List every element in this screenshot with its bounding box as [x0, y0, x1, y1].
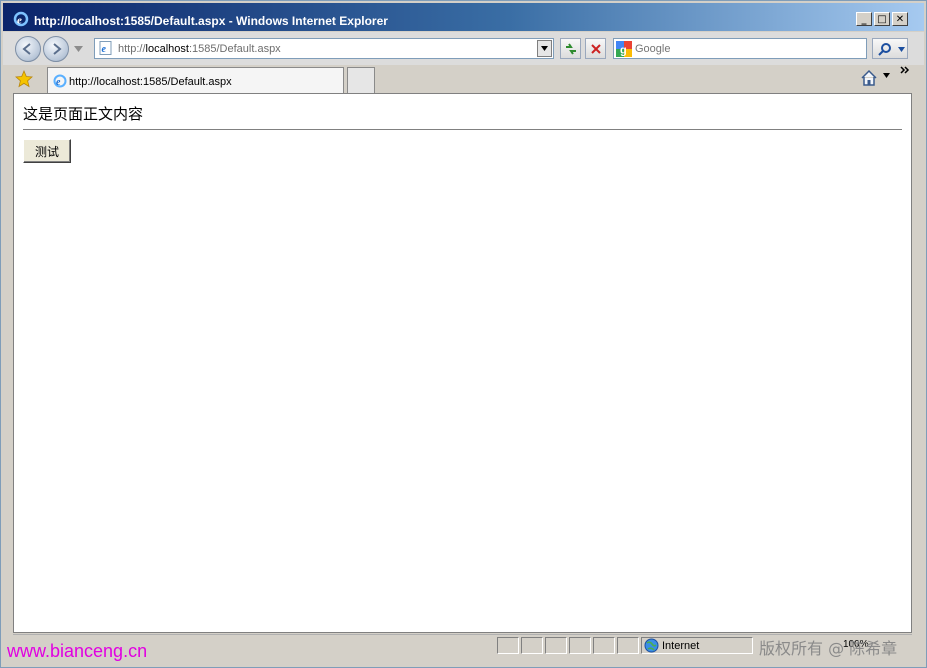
body-text: 这是页面正文内容 [23, 105, 144, 123]
tab-bar: e http://localhost:1585/Default.aspx [3, 65, 924, 93]
status-cell [593, 637, 615, 654]
address-bar[interactable]: e http://localhost:1585/Default.aspx [94, 38, 554, 59]
address-dropdown-button[interactable] [537, 40, 552, 57]
search-button[interactable] [872, 38, 908, 59]
new-tab-button[interactable] [347, 67, 375, 93]
navigation-bar: e http://localhost:1585/Default.aspx g [3, 32, 924, 65]
title-bar[interactable]: e http://localhost:1585/Default.aspx - W… [3, 3, 924, 31]
google-icon: g [616, 41, 632, 57]
minimize-button[interactable]: _ [856, 12, 872, 26]
svg-text:e: e [17, 15, 22, 27]
tab-default-aspx[interactable]: e http://localhost:1585/Default.aspx [47, 67, 344, 93]
refresh-icon [565, 42, 576, 55]
page-ie-icon: e [99, 41, 112, 55]
security-zone[interactable]: Internet [641, 637, 753, 654]
magnifier-icon [878, 43, 891, 56]
ie-logo-icon: e [13, 11, 29, 27]
stop-icon [590, 43, 601, 54]
page-content: 这是页面正文内容 测试 [13, 93, 912, 633]
status-cell [497, 637, 519, 654]
window-controls: _ □ ✕ [856, 12, 908, 26]
tab-ie-icon: e [53, 74, 67, 88]
horizontal-divider [23, 129, 902, 130]
stop-button[interactable] [585, 38, 606, 59]
refresh-button[interactable] [560, 38, 581, 59]
forward-button[interactable] [43, 36, 69, 62]
svg-text:e: e [56, 77, 61, 88]
status-cell [617, 637, 639, 654]
status-cell [521, 637, 543, 654]
home-icon[interactable] [860, 69, 878, 87]
maximize-button[interactable]: □ [874, 12, 890, 26]
site-watermark: www.bianceng.cn [7, 641, 148, 661]
globe-icon [644, 638, 659, 653]
svg-text:g: g [620, 45, 627, 57]
close-button[interactable]: ✕ [892, 12, 908, 26]
forward-arrow-icon [53, 43, 62, 55]
url-host: localhost [145, 43, 189, 55]
more-chevron-icon[interactable] [900, 65, 910, 75]
address-url[interactable]: http://localhost:1585/Default.aspx [118, 43, 281, 55]
back-arrow-icon [22, 43, 31, 55]
search-options-chevron-icon [898, 47, 905, 52]
search-input[interactable] [635, 41, 863, 56]
favorites-star-icon[interactable] [15, 70, 33, 88]
svg-text:e: e [102, 44, 107, 55]
url-path: :1585/Default.aspx [188, 43, 281, 55]
status-cell [569, 637, 591, 654]
window-title: http://localhost:1585/Default.aspx - Win… [34, 14, 388, 28]
chevron-down-icon [541, 46, 548, 51]
recent-pages-dropdown-icon[interactable] [74, 46, 83, 52]
back-button[interactable] [15, 36, 41, 62]
url-scheme: http:// [118, 43, 146, 55]
status-cell [545, 637, 567, 654]
browser-window: e http://localhost:1585/Default.aspx - W… [0, 0, 927, 668]
tab-label: http://localhost:1585/Default.aspx [69, 76, 232, 88]
test-button[interactable]: 测试 [23, 139, 71, 163]
zone-label: Internet [662, 640, 700, 652]
search-box[interactable]: g [613, 38, 867, 59]
copyright-watermark: 版权所有 @ 陈希章 [759, 639, 898, 658]
home-dropdown-icon[interactable] [883, 73, 890, 78]
